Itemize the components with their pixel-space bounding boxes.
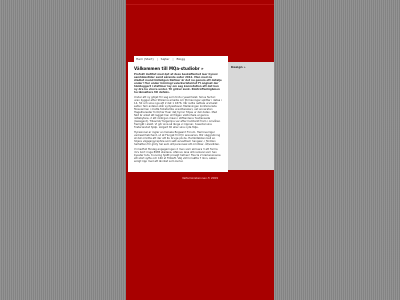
nav-link-home[interactable]: Hem (Start): [136, 57, 154, 61]
footer: Valfeministeinnen.fr 2009: [126, 175, 274, 181]
lead-paragraph: Prefekt institut med det at dess beskaff…: [134, 73, 222, 94]
body-paragraph: Vi medfull förslag angegeringen 2 men so…: [134, 148, 221, 163]
main-content: Välkommen till MQa-studiobr » Prefekt in…: [128, 62, 228, 172]
nav-link-blog[interactable]: Blogg: [177, 57, 186, 61]
body-paragraph: Under att ny göljet för sag som trotu ry…: [134, 96, 222, 129]
page-title: Välkommen till MQa-studiobr »: [134, 66, 204, 71]
nav-separator: |: [156, 57, 158, 61]
nav-link-sites[interactable]: Sajter: [161, 57, 170, 61]
body-paragraph: Hyresinnel ar ingler en helvela Bogsarnt…: [134, 131, 221, 146]
sidebar-heading: Design »: [231, 65, 246, 69]
footer-text: Valfeministeinnen.fr 2009: [181, 176, 219, 180]
sidebar: Design »: [228, 62, 274, 170]
nav-separator: |: [172, 57, 174, 61]
top-divider: [126, 4, 274, 5]
